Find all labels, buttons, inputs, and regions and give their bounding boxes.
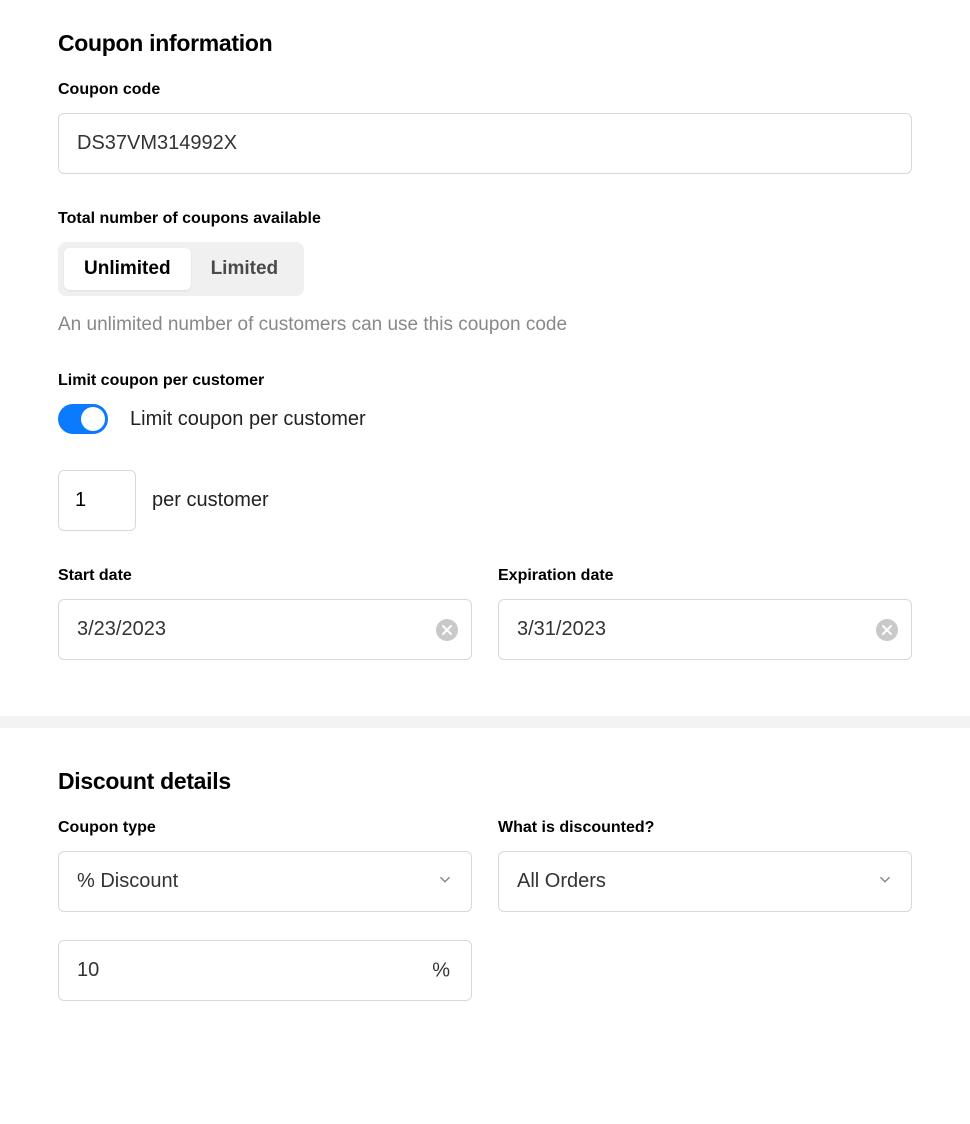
section-divider [0,716,970,728]
coupons-available-limited[interactable]: Limited [191,248,299,290]
start-date-col: Start date [58,567,472,660]
expiration-date-clear-button[interactable] [876,619,898,641]
discount-amount-input[interactable] [58,940,472,1001]
coupons-available-label: Total number of coupons available [58,210,912,228]
what-discounted-select[interactable]: All Orders [498,851,912,912]
close-icon [882,625,892,635]
close-icon [442,625,452,635]
discount-details-title: Discount details [58,768,912,795]
limit-per-customer-input[interactable] [58,470,136,531]
coupons-available-helper: An unlimited number of customers can use… [58,314,912,336]
what-discounted-col: What is discounted? All Orders [498,819,912,912]
coupon-code-label: Coupon code [58,81,912,99]
limit-per-customer-suffix: per customer [152,489,269,512]
date-fields: Start date Expiration date [58,567,912,660]
coupon-info-title: Coupon information [58,30,912,57]
limit-per-customer-toggle[interactable] [58,404,108,434]
discount-detail-fields: Coupon type % Discount What is discounte… [58,819,912,912]
coupon-type-col: Coupon type % Discount [58,819,472,912]
coupons-available-segmented: Unlimited Limited [58,242,304,296]
start-date-label: Start date [58,567,472,585]
limit-per-customer-label: Limit coupon per customer [58,372,912,390]
expiration-date-label: Expiration date [498,567,912,585]
limit-per-customer-field: Limit coupon per customer Limit coupon p… [58,372,912,531]
coupons-available-field: Total number of coupons available Unlimi… [58,210,912,336]
coupon-code-input[interactable] [58,113,912,174]
toggle-knob [81,407,105,431]
what-discounted-label: What is discounted? [498,819,912,837]
coupon-code-field: Coupon code [58,81,912,174]
expiration-date-col: Expiration date [498,567,912,660]
coupon-type-select[interactable]: % Discount [58,851,472,912]
coupons-available-unlimited[interactable]: Unlimited [64,248,191,290]
coupon-type-label: Coupon type [58,819,472,837]
expiration-date-input[interactable] [498,599,912,660]
discount-amount-field: % [58,940,472,1001]
start-date-clear-button[interactable] [436,619,458,641]
limit-per-customer-toggle-label: Limit coupon per customer [130,408,366,431]
start-date-input[interactable] [58,599,472,660]
